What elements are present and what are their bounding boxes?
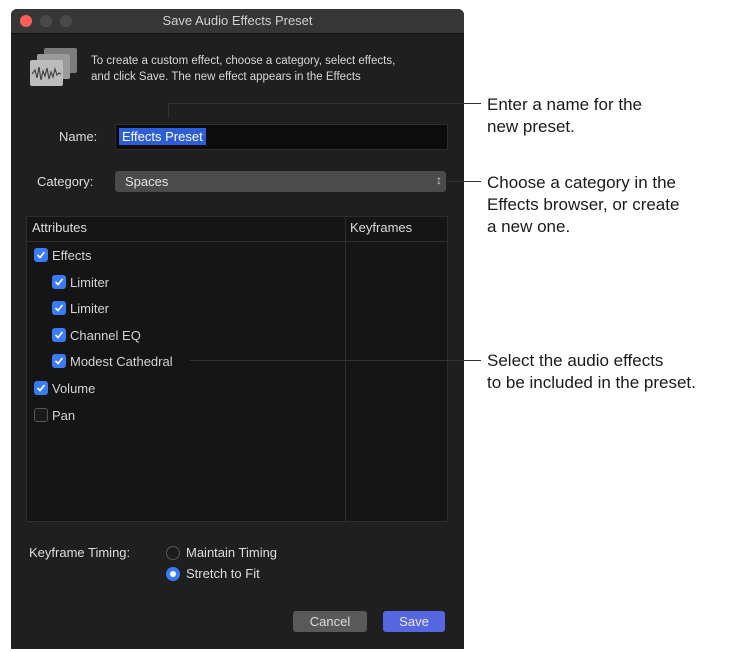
pan-checkbox[interactable]: [34, 408, 48, 422]
stretch-to-fit-radio[interactable]: [166, 567, 180, 581]
checkmark-icon: [54, 278, 64, 286]
table-row-volume[interactable]: Volume: [34, 379, 95, 397]
category-select[interactable]: Spaces ↕: [115, 171, 446, 192]
modest-cathedral-label: Modest Cathedral: [70, 353, 173, 369]
table-row-effects[interactable]: Effects: [34, 246, 92, 264]
table-row-pan[interactable]: Pan: [34, 406, 75, 424]
name-callout-line-1: Enter a name for the: [487, 95, 642, 114]
window-title: Save Audio Effects Preset: [162, 13, 313, 28]
effects-callout-line: [190, 360, 481, 361]
maintain-timing-label[interactable]: Maintain Timing: [186, 545, 277, 560]
pan-label: Pan: [52, 407, 76, 423]
category-callout-line-1: Choose a category in the: [487, 173, 677, 192]
checkmark-icon: [54, 304, 64, 312]
keyframe-timing-label: Keyframe Timing:: [29, 545, 131, 560]
category-callout-line-2: Effects browser, or create: [487, 195, 680, 214]
maintain-timing-radio[interactable]: [166, 546, 180, 560]
info-line-2: and click Save. The new effect appears i…: [91, 71, 361, 83]
category-label: Category:: [37, 174, 94, 189]
checkmark-icon: [36, 384, 46, 392]
volume-checkbox[interactable]: [34, 381, 48, 395]
effects-callout-line-2: to be included in the preset.: [487, 373, 696, 392]
title-bar: Save Audio Effects Preset: [11, 9, 464, 34]
save-button[interactable]: Save: [383, 611, 445, 632]
effects-callout-line-1: Select the audio effects: [487, 351, 664, 370]
limiter-2-checkbox[interactable]: [52, 301, 66, 315]
effects-label: Effects: [52, 247, 92, 263]
effects-checkbox[interactable]: [34, 248, 48, 262]
table-row-channel-eq[interactable]: Channel EQ: [52, 326, 141, 344]
name-callout-line: [168, 103, 481, 104]
volume-label: Volume: [52, 380, 96, 396]
channel-eq-label: Channel EQ: [70, 327, 141, 343]
keyframes-header: Keyframes: [350, 220, 413, 235]
name-callout-line-vertical: [168, 103, 169, 118]
header-divider: [27, 241, 447, 242]
name-value[interactable]: Effects Preset: [119, 128, 206, 145]
info-line-1: To create a custom effect, choose a cate…: [91, 55, 396, 67]
info-text: To create a custom effect, choose a cate…: [91, 53, 456, 85]
attributes-header: Attributes: [32, 220, 87, 235]
category-value: Spaces: [125, 174, 169, 189]
save-audio-effects-preset-dialog: Save Audio Effects Preset To create a cu…: [11, 9, 464, 649]
channel-eq-checkbox[interactable]: [52, 328, 66, 342]
table-row-modest-cathedral[interactable]: Modest Cathedral: [52, 352, 173, 370]
name-label: Name:: [59, 129, 98, 144]
table-row-limiter-1[interactable]: Limiter: [52, 273, 109, 291]
name-field[interactable]: Effects Preset: [115, 124, 448, 150]
column-divider: [345, 217, 346, 521]
category-callout-line: [447, 181, 481, 182]
checkmark-icon: [36, 251, 46, 259]
modest-cathedral-checkbox[interactable]: [52, 354, 66, 368]
stretch-to-fit-label[interactable]: Stretch to Fit: [186, 566, 260, 581]
checkmark-icon: [54, 357, 64, 365]
cancel-button[interactable]: Cancel: [293, 611, 367, 632]
limiter-2-label: Limiter: [70, 300, 110, 316]
chevron-up-down-icon: ↕: [436, 173, 442, 187]
category-callout: Choose a category in the Effects browser…: [487, 172, 679, 238]
name-callout: Enter a name for the new preset.: [487, 94, 642, 138]
limiter-1-checkbox[interactable]: [52, 275, 66, 289]
category-callout-line-3: a new one.: [487, 217, 571, 236]
name-callout-line-2: new preset.: [487, 117, 575, 136]
audio-waveform-icon: [30, 48, 77, 86]
checkmark-icon: [54, 331, 64, 339]
table-row-limiter-2[interactable]: Limiter: [52, 299, 109, 317]
limiter-1-label: Limiter: [70, 274, 110, 290]
attributes-table: Attributes Keyframes Effects Limiter Lim…: [26, 216, 448, 522]
effects-callout: Select the audio effects to be included …: [487, 350, 696, 394]
